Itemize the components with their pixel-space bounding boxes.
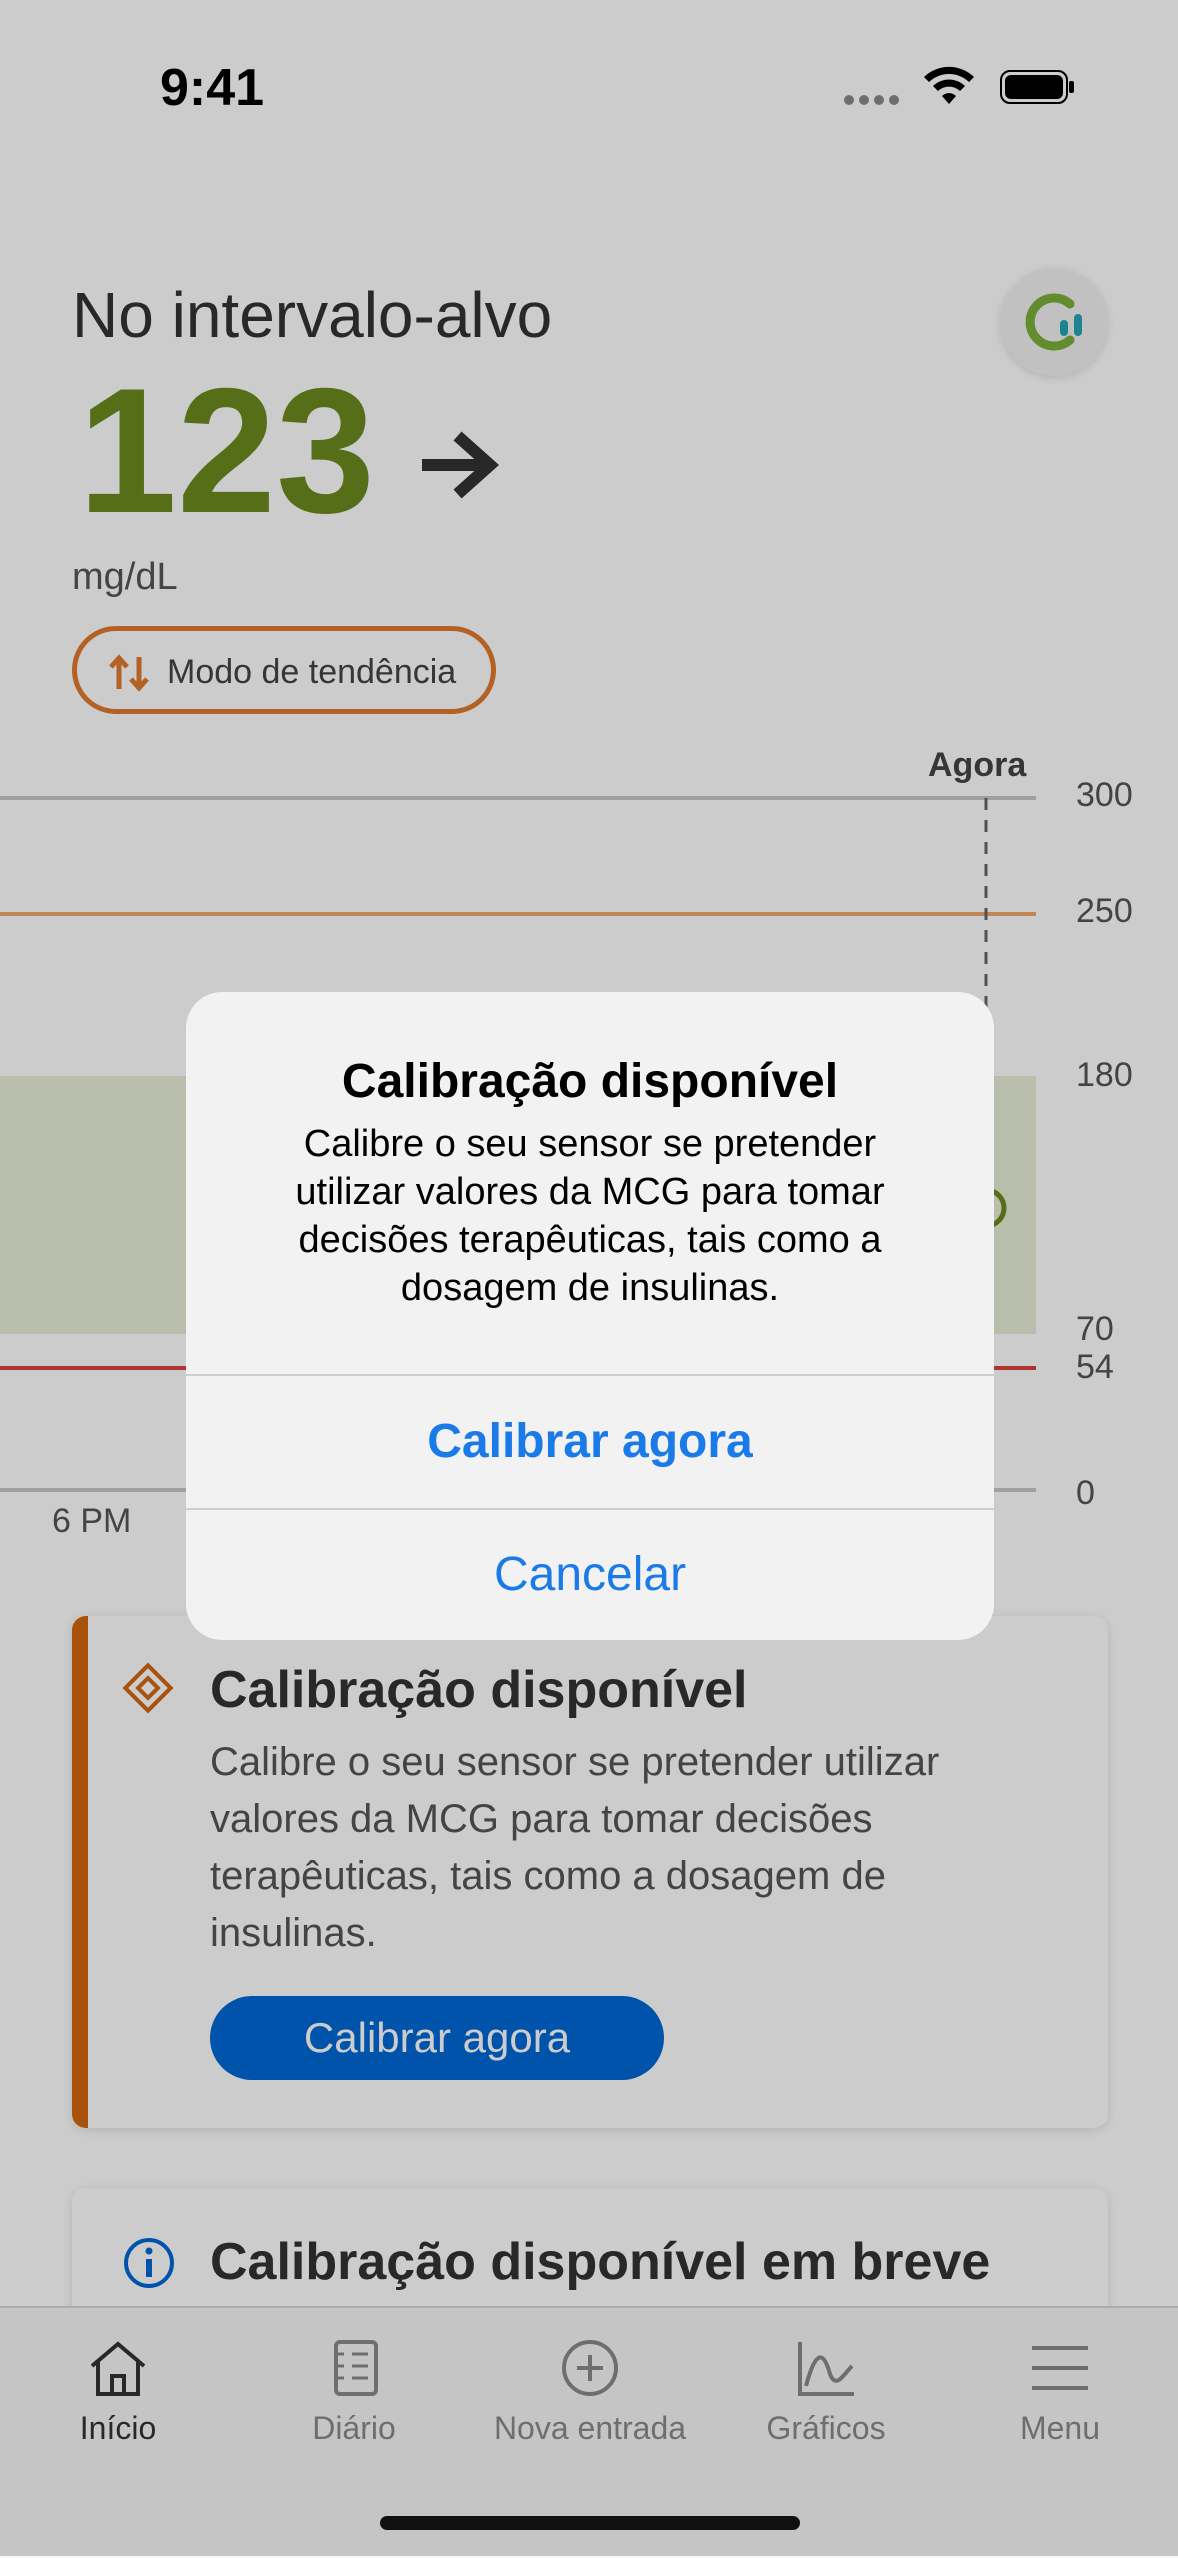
calibrate-now-button[interactable]: Calibrar agora (186, 1376, 994, 1508)
alert-title: Calibração disponível (341, 1055, 839, 1108)
calibration-alert-dialog: Calibração disponível Calibre o seu sens… (186, 992, 994, 1640)
home-indicator[interactable] (380, 2516, 800, 2530)
alert-message: Calibre o seu sensor se pretender utiliz… (295, 1123, 885, 1309)
cancel-button[interactable]: Cancelar (186, 1510, 994, 1640)
